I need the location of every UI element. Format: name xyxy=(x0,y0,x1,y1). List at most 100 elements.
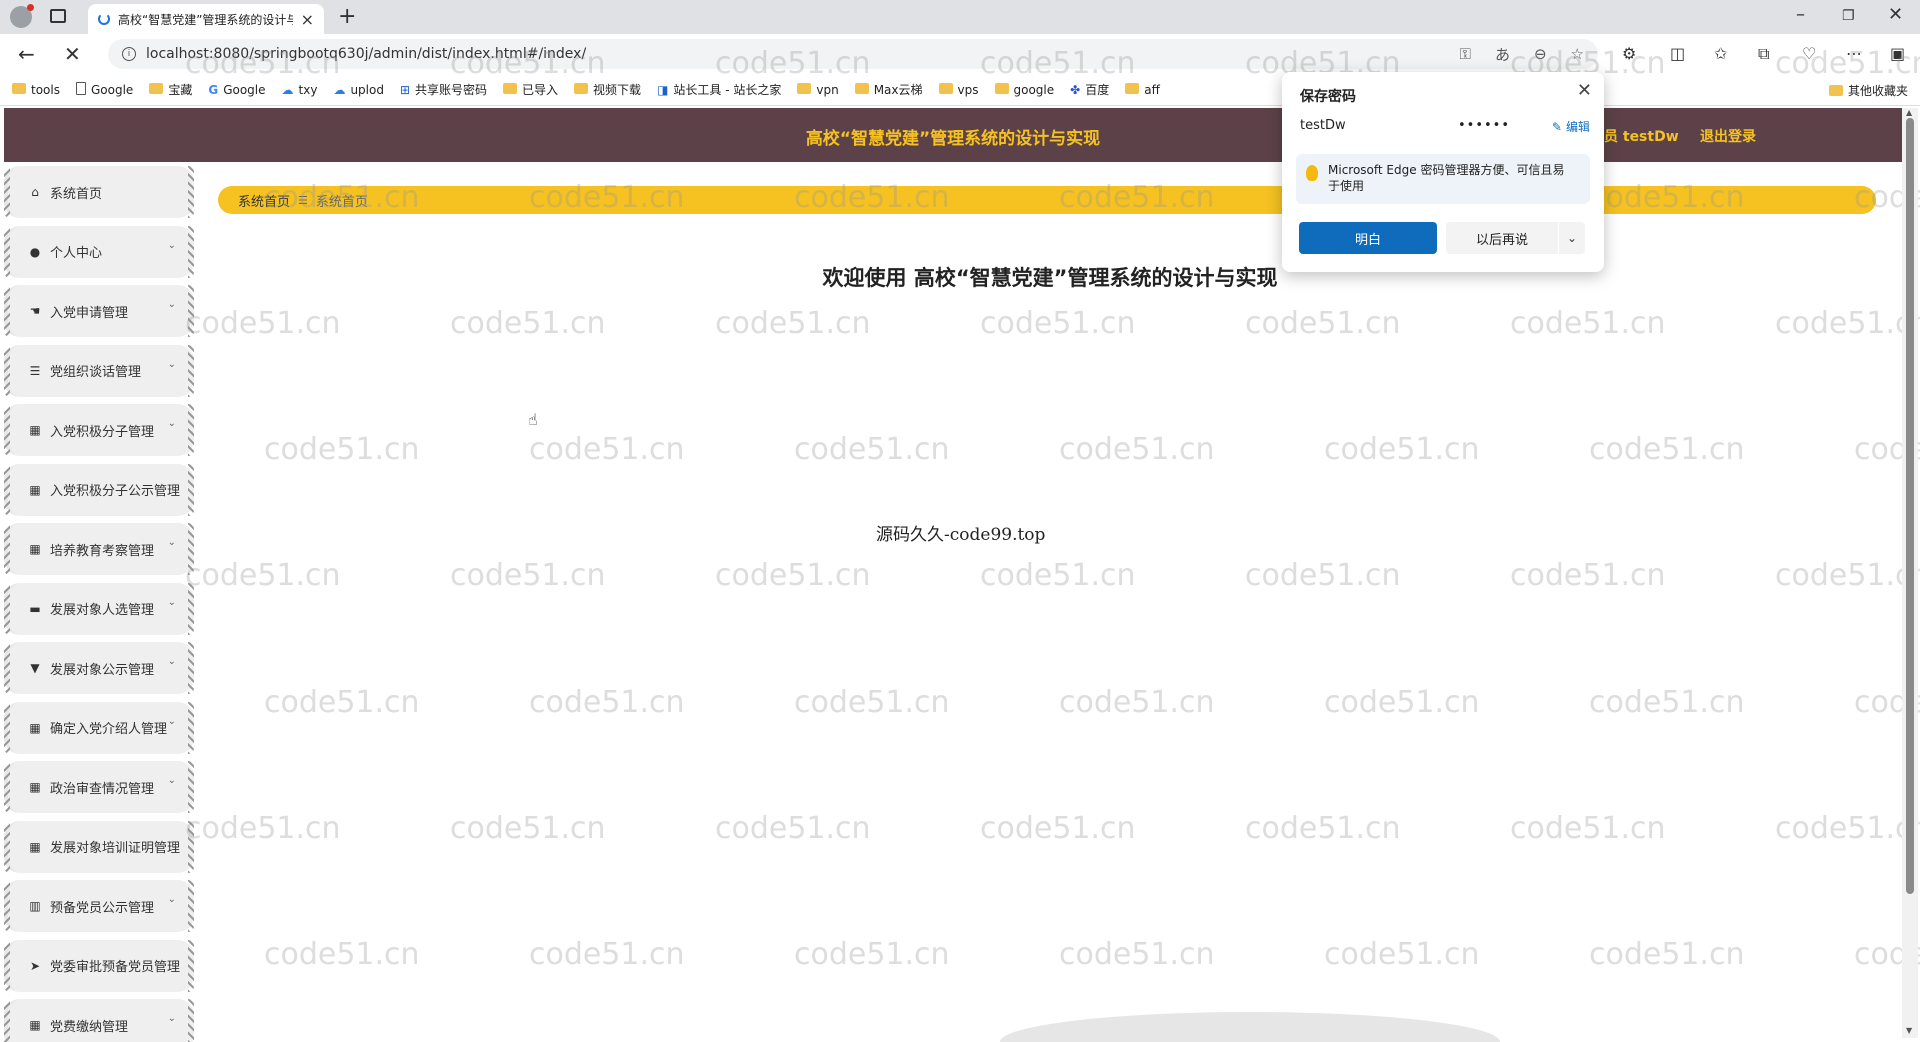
folder-icon xyxy=(1828,85,1843,96)
sidebar-item[interactable]: ▦ 入党积极分子公示管理 xyxy=(4,463,194,516)
bookmark-item[interactable]: 已导入 xyxy=(503,81,558,98)
sidebar-item[interactable]: ▦ 入党积极分子管理 ⌄ xyxy=(4,404,194,456)
sidebar-item-label: 入党申请管理 xyxy=(50,305,129,321)
sidebar-item[interactable]: ▦ 发展对象培训证明管理 xyxy=(4,820,194,873)
bookmark-item[interactable]: google xyxy=(994,82,1055,97)
minimize-icon[interactable]: – xyxy=(1796,4,1805,25)
tab-actions-icon[interactable] xyxy=(50,9,66,23)
watermark-text: code51.cn xyxy=(1245,558,1401,593)
watermark-text: code51.cn xyxy=(529,937,685,972)
bookmark-item[interactable]: G Google xyxy=(208,83,265,97)
sidebar-item[interactable]: ▦ 党费缴纳管理 ⌄ xyxy=(4,999,194,1042)
profile-avatar-icon[interactable] xyxy=(10,4,34,28)
watermark-text: code51.cn xyxy=(450,306,606,341)
extensions-icon[interactable]: ⚙ xyxy=(1622,44,1636,63)
scroll-down-icon[interactable]: ▼ xyxy=(1906,1026,1912,1035)
scroll-thumb[interactable] xyxy=(1906,118,1914,894)
bookmarks-bar: tools Google 宝藏 G Google ☁ txy ☁ uplod ⊞ 共享账号密码 已导入… xyxy=(0,74,1920,106)
chevron-down-icon: ⌄ xyxy=(167,1013,176,1024)
tool-icon: ◨ xyxy=(657,82,669,97)
watermark-text: code51.cn xyxy=(1510,558,1666,593)
stop-loading-icon[interactable]: ✕ xyxy=(64,42,81,66)
grid-icon: ▦ xyxy=(29,720,41,735)
breadcrumb-sub: 系统首页 xyxy=(315,194,368,210)
bookmark-item[interactable]: ◨ 站长工具 - 站长之家 xyxy=(657,81,781,98)
watermark-text: code51.cn xyxy=(1324,685,1480,720)
bookmark-item[interactable]: aff xyxy=(1125,82,1160,97)
zoom-icon[interactable]: ⊖ xyxy=(1534,45,1547,63)
bookmark-item[interactable]: 宝藏 xyxy=(149,81,192,98)
sidebar-item[interactable]: ▦ 培养教育考察管理 ⌄ xyxy=(4,523,194,575)
chevron-down-icon: ⌄ xyxy=(167,299,176,310)
popup-close-icon[interactable]: ✕ xyxy=(1577,80,1592,101)
not-now-button[interactable]: 以后再说 xyxy=(1446,222,1558,254)
more-options-chevron-icon[interactable]: ⌄ xyxy=(1559,222,1585,254)
address-bar-row: ← ✕ i localhost:8080/springbootq630j/adm… xyxy=(0,34,1920,74)
got-it-button[interactable]: 明白 xyxy=(1299,222,1437,254)
bookmark-item[interactable]: ☁ txy xyxy=(282,83,318,97)
new-tab-icon[interactable]: + xyxy=(338,4,356,29)
sidebar-item-label: 发展对象培训证明管理 xyxy=(50,841,181,856)
favorites-icon[interactable]: ✩ xyxy=(1714,44,1727,63)
sidebar-item[interactable]: ▦ 确定入党介绍人管理 ⌄ xyxy=(4,701,194,754)
bookmark-item[interactable]: ✤ 百度 xyxy=(1070,81,1109,98)
address-bar[interactable]: i localhost:8080/springbootq630j/admin/d… xyxy=(108,39,1598,69)
translate-icon[interactable]: あ xyxy=(1495,44,1510,65)
sidebar-item[interactable]: ⌂ 系统首页 xyxy=(4,166,194,218)
sidebar-item[interactable]: ● 个人中心 ⌄ xyxy=(4,225,194,278)
sidebar-item[interactable]: ▥ 预备党员公示管理 ⌄ xyxy=(4,880,194,932)
bookmark-label: aff xyxy=(1144,82,1160,97)
saved-username[interactable]: testDw xyxy=(1300,118,1346,133)
chevron-down-icon: ⌄ xyxy=(167,775,176,786)
url-text[interactable]: localhost:8080/springbootq630j/admin/dis… xyxy=(146,46,1436,62)
collections-icon[interactable]: ⧉ xyxy=(1758,44,1769,64)
edit-password-button[interactable]: ✎ 编辑 xyxy=(1552,118,1590,135)
bookmark-item[interactable]: ☁ uplod xyxy=(333,83,384,97)
sidebar-item[interactable]: ▼ 发展对象公示管理 ⌄ xyxy=(4,642,194,694)
window-close-icon[interactable]: ✕ xyxy=(1888,4,1903,25)
breadcrumb-separator-icon: ☰ xyxy=(298,193,308,207)
bookmark-item[interactable]: tools xyxy=(12,82,60,97)
favorite-star-icon[interactable]: ☆ xyxy=(1571,45,1584,63)
browser-tab-active[interactable]: 高校“智慧党建”管理系统的设计与 × xyxy=(88,4,324,34)
chevron-down-icon: ⌄ xyxy=(167,656,176,667)
grid-icon: ▦ xyxy=(29,423,41,437)
bookmark-item[interactable]: ⊞ 共享账号密码 xyxy=(400,81,487,98)
chevron-down-icon: ⌄ xyxy=(167,537,176,548)
watermark-text: code51.cn xyxy=(450,811,606,846)
breadcrumb-current[interactable]: 系统首页 xyxy=(238,191,290,210)
popup-title: 保存密码 xyxy=(1300,89,1356,105)
grid-icon: ▦ xyxy=(29,839,41,854)
bookmark-item[interactable]: 视频下载 xyxy=(574,81,641,98)
sidebar-item[interactable]: ☰ 党组织谈话管理 ⌄ xyxy=(4,344,194,397)
sidebar-item[interactable]: ☚ 入党申请管理 ⌄ xyxy=(4,285,194,337)
page-scrollbar[interactable]: ▲ ▼ xyxy=(1902,108,1918,1038)
back-arrow-icon[interactable]: ← xyxy=(18,42,35,66)
sidebar-item[interactable]: ▦ 政治审查情况管理 ⌄ xyxy=(4,761,194,813)
more-menu-icon[interactable]: ⋯ xyxy=(1846,44,1862,63)
sidebar-toggle-icon[interactable]: ▣ xyxy=(1890,44,1905,63)
scroll-up-icon[interactable]: ▲ xyxy=(1906,108,1912,117)
watermark-text: code51.cn xyxy=(1324,432,1480,467)
sidebar-item[interactable]: ▬ 发展对象人选管理 ⌄ xyxy=(4,582,194,635)
bookmark-label: google xyxy=(1013,82,1055,97)
watermark-text: code51.cn xyxy=(794,937,950,972)
sidebar-item-label: 入党积极分子公示管理 xyxy=(50,484,181,499)
saved-password-mask[interactable]: •••••• xyxy=(1458,118,1510,133)
tab-close-icon[interactable]: × xyxy=(301,10,314,29)
restore-icon[interactable]: ❐ xyxy=(1842,8,1855,24)
watermark-text: code51.cn xyxy=(794,432,950,467)
bookmark-item[interactable]: vps xyxy=(938,82,979,97)
password-key-icon[interactable]: ⚿ xyxy=(1460,45,1471,63)
browser-essentials-icon[interactable]: ♡ xyxy=(1802,44,1816,63)
site-info-icon[interactable]: i xyxy=(122,47,136,61)
bookmark-item[interactable]: Max云梯 xyxy=(854,81,923,98)
watermark-text: code51.cn xyxy=(1589,432,1745,467)
bookmark-other-folder[interactable]: 其他收藏夹 xyxy=(1828,82,1908,99)
folder-icon xyxy=(797,82,812,97)
bookmark-item[interactable]: vpn xyxy=(797,82,839,97)
split-screen-icon[interactable]: ◫ xyxy=(1670,44,1685,63)
logout-button[interactable]: 退出登录 xyxy=(1700,126,1756,146)
bookmark-item[interactable]: Google xyxy=(75,81,133,98)
sidebar-item[interactable]: ➤ 党委审批预备党员管理 xyxy=(4,939,194,992)
